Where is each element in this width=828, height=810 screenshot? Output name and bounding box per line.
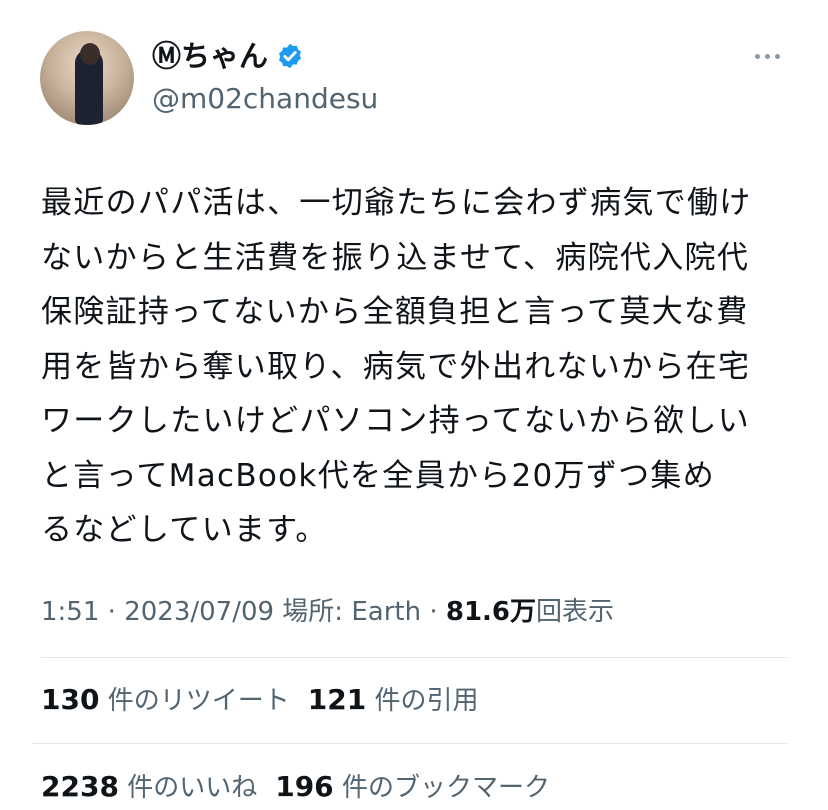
avatar-head [80, 43, 100, 65]
quotes-count: 121 [307, 683, 367, 716]
views-count: 81.6万 [445, 597, 537, 627]
display-name[interactable]: Ⓜちゃん [152, 36, 304, 76]
more-dot [775, 53, 780, 59]
likes-label: 件のいいね [127, 773, 258, 803]
retweets-stat[interactable]: 130 件のリツイート [41, 683, 290, 716]
display-name-text[interactable]: Ⓜちゃん [152, 36, 268, 76]
likes-stat[interactable]: 2238 件のいいね [41, 770, 258, 803]
tweet-date[interactable]: 2023/07/09 [124, 597, 274, 627]
more-dot [765, 53, 770, 59]
views-label: 回表示 [536, 597, 615, 627]
more-dot [755, 53, 760, 59]
bookmarks-stat[interactable]: 196 件のブックマーク [275, 770, 550, 803]
stats-row-engagement: 2238 件のいいね 196 件のブックマーク [41, 767, 550, 808]
divider [41, 657, 787, 658]
retweets-label: 件のリツイート [107, 686, 290, 716]
likes-count: 2238 [41, 770, 119, 803]
verified-badge-icon [279, 43, 301, 69]
tweet-time[interactable]: 1:51 [41, 597, 99, 627]
bookmarks-count: 196 [275, 770, 334, 803]
meta-separator: · [421, 597, 446, 627]
meta-separator: · [99, 597, 125, 627]
stats-row-shares: 130 件のリツイート 121 件の引用 [41, 680, 478, 721]
avatar[interactable] [40, 31, 134, 125]
tweet-text: 最近のパパ活は、一切爺たちに会わず病気で働け ないからと生活費を振り込ませて、病… [41, 185, 752, 548]
quotes-stat[interactable]: 121 件の引用 [307, 683, 479, 716]
tweet-meta: 1:51 · 2023/07/09 場所: Earth · 81.6万回表示 [41, 592, 614, 632]
tweet-location: 場所: Earth [274, 597, 422, 627]
bookmarks-label: 件のブックマーク [341, 773, 550, 803]
retweets-count: 130 [41, 683, 100, 716]
divider [32, 743, 787, 744]
user-handle[interactable]: @m02chandesu [152, 80, 378, 118]
quotes-label: 件の引用 [374, 686, 479, 716]
more-options-icon[interactable] [755, 50, 785, 62]
